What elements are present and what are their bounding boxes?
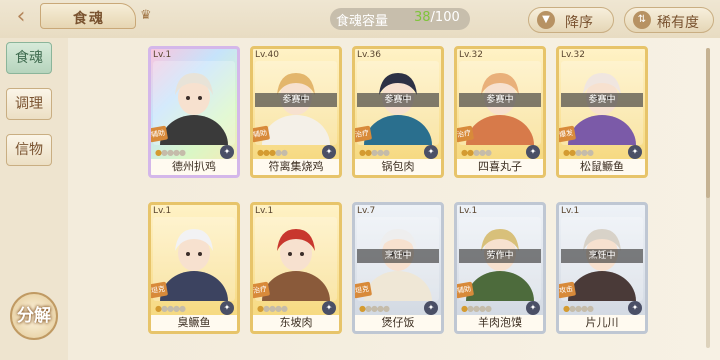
- sort-order-button[interactable]: ▼ 降序: [528, 7, 614, 33]
- card-level: Lv.1: [561, 206, 580, 216]
- sort-order-label: 降序: [565, 15, 593, 31]
- food-soul-card[interactable]: Lv.36 参赛中 治疗 ●●●●● ✦ 锅包肉: [352, 46, 444, 178]
- element-icon: ✦: [628, 145, 642, 159]
- card-name: 煲仔饭: [355, 315, 441, 331]
- star-rating: ●●●●●: [359, 304, 390, 313]
- status-badge: 参赛中: [357, 93, 439, 107]
- capacity-label: 食魂容量: [336, 14, 389, 29]
- star-rating: ●●●●●: [359, 148, 390, 157]
- star-rating: ●●●●●: [155, 304, 186, 313]
- star-rating: ●●●●●: [563, 148, 594, 157]
- element-icon: ✦: [220, 301, 234, 315]
- element-icon: ✦: [322, 301, 336, 315]
- food-soul-card[interactable]: Lv.7 烹饪中 坦克 ●●●●● ✦ 煲仔饭: [352, 202, 444, 334]
- food-soul-card[interactable]: Lv.1 辅助 ●●●●● ✦ 德州扒鸡: [148, 46, 240, 178]
- star-rating: ●●●●●: [461, 148, 492, 157]
- element-icon: ✦: [526, 301, 540, 315]
- decompose-button[interactable]: 分解: [10, 292, 58, 340]
- star-rating: ●●●●●: [563, 304, 594, 313]
- element-icon: ✦: [322, 145, 336, 159]
- food-soul-card[interactable]: Lv.40 参赛中 辅助 ●●●●● ✦ 符离集烧鸡: [250, 46, 342, 178]
- food-soul-card[interactable]: Lv.32 参赛中 爆发 ●●●●● ✦ 松鼠鳜鱼: [556, 46, 648, 178]
- card-name: 东坡肉: [253, 315, 339, 331]
- status-badge: 烹饪中: [561, 249, 643, 263]
- sidebar-item-tiaoli[interactable]: 调理: [6, 88, 52, 120]
- card-level: Lv.7: [357, 206, 376, 216]
- card-name: 德州扒鸡: [151, 159, 237, 175]
- card-name: 臭鳜鱼: [151, 315, 237, 331]
- card-name: 符离集烧鸡: [253, 159, 339, 175]
- star-rating: ●●●●●: [461, 304, 492, 313]
- status-badge: 参赛中: [561, 93, 643, 107]
- sort-arrows-icon: ⇅: [633, 11, 651, 29]
- capacity-display: 食魂容量 38/100: [330, 8, 470, 30]
- element-icon: ✦: [424, 145, 438, 159]
- food-soul-card[interactable]: Lv.1 劳作中 辅助 ●●●●● ✦ 羊肉泡馍: [454, 202, 546, 334]
- card-level: Lv.36: [357, 50, 381, 60]
- food-soul-card[interactable]: Lv.32 参赛中 治疗 ●●●●● ✦ 四喜丸子: [454, 46, 546, 178]
- card-name: 锅包肉: [355, 159, 441, 175]
- sidebar-item-xinwu[interactable]: 信物: [6, 134, 52, 166]
- status-badge: 参赛中: [459, 93, 541, 107]
- food-soul-card[interactable]: Lv.1 治疗 ●●●●● ✦ 东坡肉: [250, 202, 342, 334]
- card-level: Lv.1: [153, 50, 172, 60]
- food-soul-card[interactable]: Lv.1 坦克 ●●●●● ✦ 臭鳜鱼: [148, 202, 240, 334]
- chevron-down-icon: ▼: [537, 11, 555, 29]
- status-badge: 烹饪中: [357, 249, 439, 263]
- sort-rarity-button[interactable]: ⇅ 稀有度: [624, 7, 714, 33]
- back-arrow-icon[interactable]: ‹: [6, 4, 36, 30]
- card-name: 松鼠鳜鱼: [559, 159, 645, 175]
- scrollbar-thumb[interactable]: [706, 48, 710, 198]
- star-rating: ●●●●●: [257, 148, 288, 157]
- page-title: 食魂: [73, 11, 105, 27]
- title-tab: 食魂: [40, 3, 136, 29]
- card-name: 羊肉泡馍: [457, 315, 543, 331]
- status-badge: 参赛中: [255, 93, 337, 107]
- crown-icon: ♛: [140, 8, 152, 23]
- food-soul-card[interactable]: Lv.1 烹饪中 攻击 ●●●●● ✦ 片儿川: [556, 202, 648, 334]
- card-level: Lv.32: [459, 50, 483, 60]
- card-name: 四喜丸子: [457, 159, 543, 175]
- card-name: 片儿川: [559, 315, 645, 331]
- capacity-count: 38/100: [414, 10, 460, 25]
- card-level: Lv.32: [561, 50, 585, 60]
- card-level: Lv.1: [153, 206, 172, 216]
- status-badge: 劳作中: [459, 249, 541, 263]
- card-level: Lv.1: [459, 206, 478, 216]
- star-rating: ●●●●●: [155, 148, 186, 157]
- card-level: Lv.1: [255, 206, 274, 216]
- star-rating: ●●●●●: [257, 304, 288, 313]
- element-icon: ✦: [628, 301, 642, 315]
- sidebar-item-shihun[interactable]: 食魂: [6, 42, 52, 74]
- element-icon: ✦: [424, 301, 438, 315]
- sort-rarity-label: 稀有度: [657, 15, 699, 31]
- element-icon: ✦: [220, 145, 234, 159]
- element-icon: ✦: [526, 145, 540, 159]
- card-level: Lv.40: [255, 50, 279, 60]
